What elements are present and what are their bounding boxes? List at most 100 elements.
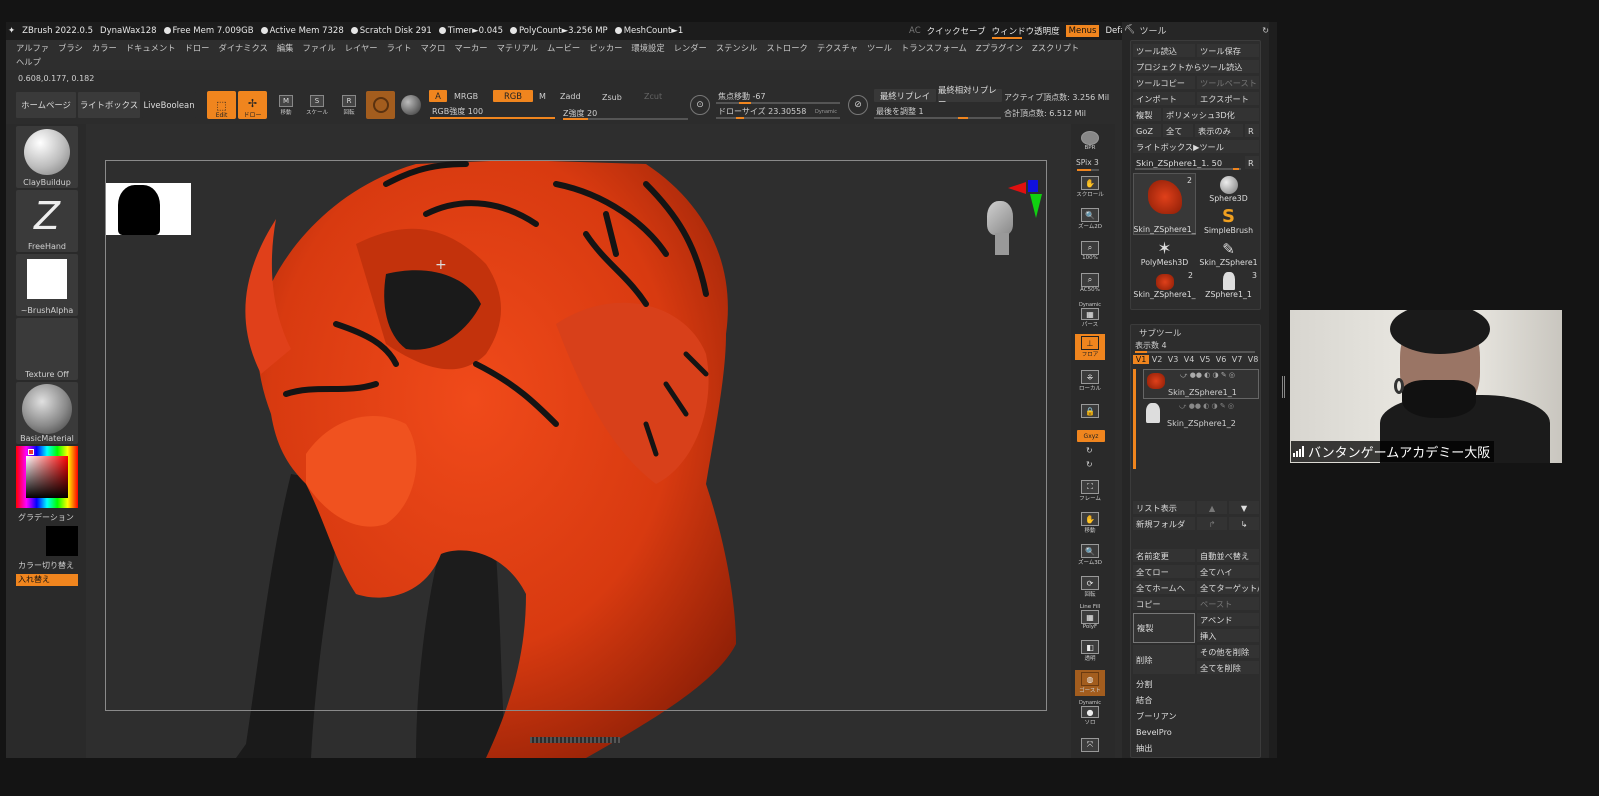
tool-thumb-sphere3d[interactable]: Sphere3D (1197, 173, 1260, 203)
material-selector[interactable]: BasicMaterial (16, 382, 78, 444)
all-to-home-button[interactable]: 全てホームへ (1133, 581, 1195, 594)
split-section[interactable]: 分割 (1133, 677, 1259, 690)
extract-section[interactable]: 抽出 (1133, 741, 1259, 754)
bottom-resize-handle[interactable] (530, 737, 620, 743)
persp-button[interactable]: Dynamic ▦ パース (1075, 302, 1105, 328)
menu-layer[interactable]: レイヤー (345, 42, 378, 54)
merge-section[interactable]: 結合 (1133, 693, 1259, 706)
zoom2d-button[interactable]: 🔍 ズーム2D (1075, 206, 1105, 232)
draw-button[interactable]: ✢ ドロー (238, 91, 267, 119)
boolean-section[interactable]: ブーリアン (1133, 709, 1259, 722)
menu-alpha[interactable]: アルファ (16, 42, 49, 54)
version-tab-v4[interactable]: V4 (1181, 355, 1197, 364)
copy-button[interactable]: コピー (1133, 597, 1195, 610)
version-tab-v2[interactable]: V2 (1149, 355, 1165, 364)
color-square[interactable] (26, 456, 68, 498)
rgb-intensity-slider[interactable] (430, 117, 555, 119)
brush-selector[interactable]: ClayBuildup (16, 126, 78, 188)
menu-draw[interactable]: ドロー (185, 42, 210, 54)
xyz-button[interactable]: Gxyz (1077, 430, 1105, 442)
material-mode-button[interactable] (366, 91, 395, 119)
draw-size-label[interactable]: ドローサイズ 23.30558 (718, 106, 806, 117)
delete-button[interactable]: 削除 (1133, 645, 1195, 674)
last-replay-button[interactable]: 最終リプレイ (874, 89, 936, 102)
rotate-z-icon[interactable]: ↻ (1086, 460, 1093, 469)
zoom3d-button[interactable]: 🔍 ズーム3D (1075, 542, 1105, 568)
tool-palette-header[interactable]: ⛏ ツール ↻ (1122, 22, 1277, 38)
scroll-button[interactable]: ✋ スクロール (1075, 174, 1105, 200)
alpha-selector[interactable]: ~BrushAlpha (16, 254, 78, 316)
menu-zscript[interactable]: Zスクリプト (1032, 42, 1079, 54)
tool-thumb-active[interactable]: 2 Skin_ZSphere1_ (1133, 173, 1196, 235)
list-all-button[interactable]: リスト表示 (1133, 501, 1195, 514)
load-tool-button[interactable]: ツール読込 (1133, 44, 1195, 57)
version-tab-v1[interactable]: V1 (1133, 355, 1149, 364)
ac50-button[interactable]: ⌕ AC50% (1075, 270, 1105, 296)
rename-button[interactable]: 名前変更 (1133, 549, 1195, 562)
dynamic-toggle[interactable]: Dynamic (815, 109, 837, 115)
axis-gizmo-icon[interactable] (1008, 180, 1044, 222)
rotate-view-button[interactable]: ⟳ 回転 (1075, 574, 1105, 600)
version-tab-v5[interactable]: V5 (1197, 355, 1213, 364)
gradient-label[interactable]: グラデーション (18, 512, 74, 523)
zadd-toggle[interactable]: Zadd (560, 92, 581, 101)
goz-button[interactable]: GoZ (1133, 124, 1161, 137)
menu-brush[interactable]: ブラシ (58, 42, 83, 54)
auto-reorder-button[interactable]: 自動並べ替え (1197, 549, 1259, 562)
menu-dynamics[interactable]: ダイナミクス (218, 42, 267, 54)
clone-button[interactable]: 複製 (1133, 108, 1161, 121)
subtool-title[interactable]: サブツール (1139, 327, 1182, 339)
new-folder-button[interactable]: 新規フォルダ (1133, 517, 1195, 530)
menu-render[interactable]: レンダー (674, 42, 707, 54)
focal-shift-icon[interactable]: ⊙ (690, 95, 710, 115)
paste-button[interactable]: ペースト (1197, 597, 1259, 610)
menus-toggle[interactable]: Menus (1065, 25, 1100, 37)
menu-edit[interactable]: 編集 (277, 42, 294, 54)
version-tab-v7[interactable]: V7 (1229, 355, 1245, 364)
move-view-button[interactable]: ✋ 移動 (1075, 510, 1105, 536)
m-toggle[interactable]: M (539, 92, 546, 101)
version-tab-v8[interactable]: V8 (1245, 355, 1261, 364)
subtool-item-2[interactable]: ⤻ ●● ◐ ◑ ✎ ◎ Skin_ZSphere1_2 (1143, 401, 1259, 431)
panel-divider-handle[interactable] (1282, 376, 1285, 398)
all-to-target-button[interactable]: 全てターゲット/ (1197, 581, 1259, 594)
menu-color[interactable]: カラー (92, 42, 117, 54)
tool-thumb-skin-zsphere1[interactable]: ✎ Skin_ZSphere1 (1197, 237, 1260, 267)
rotate-button[interactable]: R 回転 (336, 92, 362, 118)
visible-count[interactable]: 表示数 4 (1135, 340, 1167, 351)
insert-button[interactable]: 挿入 (1197, 629, 1259, 642)
quicksave-button[interactable]: クイックセーブ (927, 25, 986, 37)
menu-tool[interactable]: ツール (867, 42, 892, 54)
move-up-icon[interactable]: ▲ (1197, 501, 1227, 514)
switch-color-label[interactable]: カラー切り替え (18, 560, 74, 571)
export-button[interactable]: エクスポート (1197, 92, 1259, 105)
rgb-toggle[interactable]: RGB (493, 90, 533, 102)
subtool-visibility-icons[interactable]: ⤻ ●● ◐ ◑ ✎ ◎ (1180, 371, 1235, 380)
append-button[interactable]: アペンド (1197, 613, 1259, 626)
linefill-button[interactable]: Line Fill ▦ PolyF (1075, 604, 1105, 630)
adjust-last-label[interactable]: 最後を調整 1 (876, 106, 924, 117)
color-picker[interactable] (16, 446, 78, 508)
ghost-button[interactable]: ◍ ゴースト (1075, 670, 1105, 696)
menu-picker[interactable]: ピッカー (589, 42, 622, 54)
goz-all-button[interactable]: 全て (1163, 124, 1193, 137)
texture-selector[interactable]: Texture Off (16, 318, 78, 380)
stroke-selector[interactable]: Z FreeHand (16, 190, 78, 252)
tool-thumb-simplebrush[interactable]: S SimpleBrush (1197, 205, 1260, 236)
a-toggle[interactable]: A (429, 90, 447, 102)
last-relative-replay-button[interactable]: 最終相対リプレー (938, 85, 1002, 107)
move-down-icon[interactable]: ▼ (1229, 501, 1259, 514)
subtool-visibility-icons[interactable]: ⤻ ●● ◐ ◑ ✎ ◎ (1179, 402, 1234, 411)
lock-button[interactable]: 🔒 (1075, 398, 1105, 424)
save-tool-button[interactable]: ツール保存 (1197, 44, 1259, 57)
replay-icon[interactable]: ⊘ (848, 95, 868, 115)
lightbox-button[interactable]: ライトボックス (78, 92, 140, 118)
arrow-down-right-icon[interactable]: ↳ (1229, 517, 1259, 530)
arrow-up-right-icon[interactable]: ↱ (1197, 517, 1227, 530)
paste-tool-button[interactable]: ツールペースト (1197, 76, 1259, 89)
palette-scrollbar[interactable] (1269, 22, 1277, 758)
menu-light[interactable]: ライト (387, 42, 412, 54)
tool-thumb-zsphere1-1[interactable]: 3 ZSphere1_1 (1197, 269, 1260, 299)
menu-help[interactable]: ヘルプ (16, 56, 41, 68)
menu-file[interactable]: ファイル (302, 42, 335, 54)
